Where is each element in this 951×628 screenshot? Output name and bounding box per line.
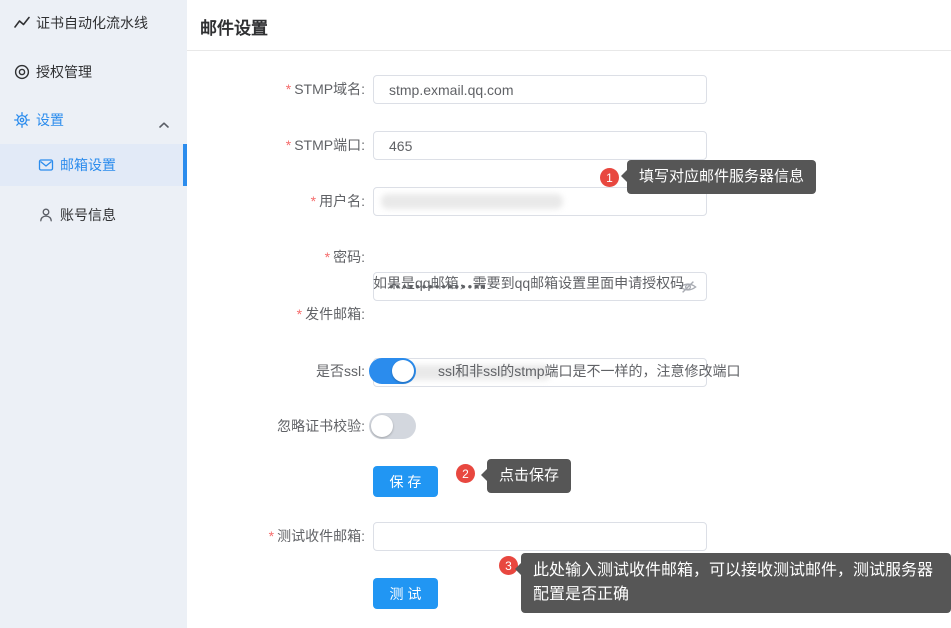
ssl-toggle[interactable] bbox=[369, 358, 416, 384]
required-asterisk: * bbox=[311, 193, 316, 209]
password-label: *密码: bbox=[187, 243, 365, 272]
smtp-port-label: *STMP端口: bbox=[187, 131, 365, 160]
sidebar-item-mailbox-settings[interactable]: 邮箱设置 bbox=[0, 144, 187, 186]
page-header: 邮件设置 bbox=[187, 0, 951, 51]
required-asterisk: * bbox=[297, 306, 302, 322]
sidebar: 证书自动化流水线 授权管理 设置 bbox=[0, 0, 187, 628]
main-content: 邮件设置 *STMP域名: *STMP端口: *用户名: *密码: bbox=[187, 0, 951, 628]
save-button[interactable]: 保 存 bbox=[373, 466, 438, 497]
ignore-cert-label: 忽略证书校验: bbox=[187, 413, 365, 439]
sidebar-item-account-info[interactable]: 账号信息 bbox=[0, 194, 187, 236]
ssl-note: ssl和非ssl的stmp端口是不一样的，注意修改端口 bbox=[438, 361, 741, 381]
sidebar-item-authorization[interactable]: 授权管理 bbox=[0, 55, 187, 89]
sidebar-item-label: 证书自动化流水线 bbox=[36, 13, 148, 33]
smtp-domain-label: *STMP域名: bbox=[187, 75, 365, 104]
smtp-port-input[interactable] bbox=[373, 131, 707, 160]
toggle-knob bbox=[392, 360, 414, 382]
required-asterisk: * bbox=[286, 137, 291, 153]
test-recipient-label: *测试收件邮箱: bbox=[187, 522, 365, 551]
gear-icon bbox=[14, 112, 30, 128]
target-icon bbox=[14, 64, 30, 80]
ssl-switch-row: ssl和非ssl的stmp端口是不一样的，注意修改端口 bbox=[369, 358, 741, 384]
password-hint: 如果是qq邮箱，需要到qq邮箱设置里面申请授权码 bbox=[373, 273, 684, 293]
activity-icon bbox=[14, 15, 30, 31]
sidebar-item-label: 邮箱设置 bbox=[60, 155, 116, 175]
test-recipient-input[interactable] bbox=[373, 522, 707, 551]
user-icon bbox=[38, 207, 54, 223]
email-settings-page: 证书自动化流水线 授权管理 设置 bbox=[0, 0, 951, 628]
ignore-cert-toggle[interactable] bbox=[369, 413, 416, 439]
test-button[interactable]: 测 试 bbox=[373, 578, 438, 609]
annotation-badge-2: 2 bbox=[456, 464, 475, 483]
annotation-tooltip-2: 点击保存 bbox=[487, 459, 571, 493]
redacted-value bbox=[381, 194, 563, 209]
sidebar-item-cert-pipeline[interactable]: 证书自动化流水线 bbox=[0, 6, 187, 40]
required-asterisk: * bbox=[286, 81, 291, 97]
sidebar-item-settings[interactable]: 设置 bbox=[0, 103, 187, 137]
required-asterisk: * bbox=[269, 528, 274, 544]
ssl-label: 是否ssl: bbox=[187, 358, 365, 384]
toggle-knob bbox=[371, 415, 393, 437]
page-title: 邮件设置 bbox=[200, 14, 268, 39]
smtp-domain-input[interactable] bbox=[373, 75, 707, 104]
chevron-up-icon bbox=[158, 116, 170, 132]
mail-icon bbox=[38, 157, 54, 173]
ignore-cert-switch-row bbox=[369, 413, 416, 439]
required-asterisk: * bbox=[325, 249, 330, 265]
sidebar-item-label: 设置 bbox=[36, 110, 64, 130]
sidebar-item-label: 授权管理 bbox=[36, 62, 92, 82]
username-label: *用户名: bbox=[187, 187, 365, 216]
sidebar-item-label: 账号信息 bbox=[60, 205, 116, 225]
annotation-tooltip-1: 填写对应邮件服务器信息 bbox=[627, 160, 816, 194]
annotation-tooltip-3: 此处输入测试收件邮箱，可以接收测试邮件，测试服务器配置是否正确 bbox=[521, 553, 951, 613]
annotation-badge-1: 1 bbox=[600, 168, 619, 187]
sender-email-label: *发件邮箱: bbox=[187, 300, 365, 329]
